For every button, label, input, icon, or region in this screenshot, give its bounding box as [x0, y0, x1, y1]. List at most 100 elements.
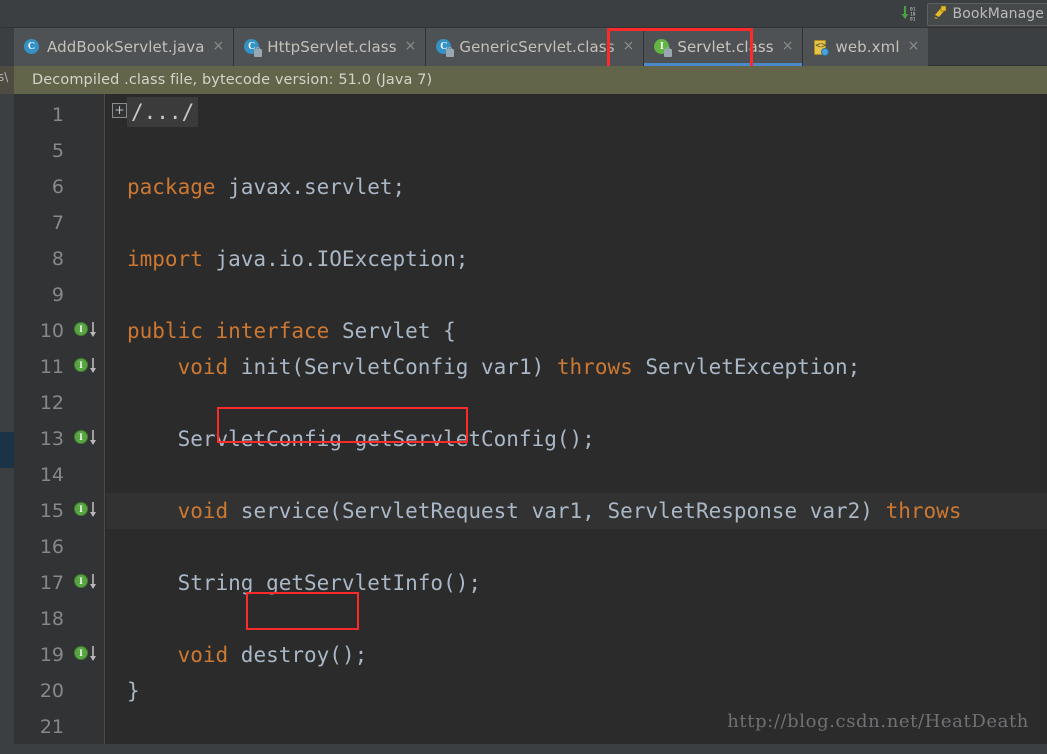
- tab-label: HttpServlet.class: [267, 38, 397, 56]
- editor-line[interactable]: 12: [14, 385, 1047, 421]
- code-text: ServletConfig getServletConfig();: [127, 427, 595, 451]
- implemented-method-icon[interactable]: I: [74, 429, 96, 449]
- line-number: 15: [39, 500, 64, 522]
- code-text: }: [127, 679, 140, 703]
- editor-line[interactable]: 7: [14, 205, 1047, 241]
- editor-line[interactable]: 11 I void init(ServletConfig var1) throws…: [14, 349, 1047, 385]
- implementation-arrow-icon: [89, 573, 97, 591]
- editor-line[interactable]: 13 I ServletConfig getServletConfig();: [14, 421, 1047, 457]
- tab-label: GenericServlet.class: [459, 38, 615, 56]
- interface-marker-letter: I: [74, 574, 88, 588]
- idea-window: 01 10 01 BookManage C AddBookServlet.jav…: [0, 0, 1047, 754]
- idea-project-icon: [933, 5, 948, 24]
- editor-line[interactable]: 17 I String getServletInfo();: [14, 565, 1047, 601]
- tab-httpservlet-class[interactable]: C HttpServlet.class ×: [233, 28, 426, 66]
- tab-genericservlet-class[interactable]: C GenericServlet.class ×: [425, 28, 644, 66]
- implemented-method-icon[interactable]: I: [74, 501, 96, 521]
- editor-tab-bar: C AddBookServlet.java × C HttpServlet.cl…: [0, 28, 1047, 66]
- code-text: void init(ServletConfig var1) throws Ser…: [177, 355, 861, 379]
- implemented-method-icon[interactable]: I: [74, 357, 96, 377]
- code-text: void destroy();: [177, 643, 368, 667]
- code-editor[interactable]: 1 5 6 package javax.servlet; 7 8 import java.i…: [14, 94, 1047, 754]
- project-panel-current-row: [0, 432, 14, 468]
- fold-expand-marker[interactable]: +: [112, 103, 127, 118]
- line-number: 21: [39, 716, 64, 738]
- code-text: void service(ServletRequest var1, Servle…: [177, 499, 962, 523]
- code-text: package javax.servlet;: [127, 175, 406, 199]
- project-panel-edge[interactable]: s\: [0, 28, 14, 754]
- code-text: public interface Servlet {: [127, 319, 456, 343]
- java-class-file-icon: C: [436, 38, 455, 57]
- code-text: import java.io.IOException;: [127, 247, 469, 271]
- run-configuration-label: BookManage: [952, 6, 1044, 22]
- implemented-method-icon[interactable]: I: [74, 645, 96, 665]
- implementation-arrow-icon: [89, 645, 97, 663]
- line-number: 7: [51, 212, 64, 234]
- implemented-method-icon[interactable]: I: [74, 321, 96, 341]
- lock-icon: [664, 46, 673, 57]
- class-letter-c: C: [24, 38, 39, 54]
- download-binary-icon[interactable]: 01 10 01: [899, 4, 921, 24]
- svg-text:01: 01: [910, 17, 916, 23]
- implementation-arrow-icon: [89, 501, 97, 519]
- editor-line[interactable]: 16: [14, 529, 1047, 565]
- tab-close-icon[interactable]: ×: [782, 39, 794, 53]
- line-number: 8: [51, 248, 64, 270]
- editor-line[interactable]: 14: [14, 457, 1047, 493]
- watermark-text: http://blog.csdn.net/HeatDeath: [727, 711, 1029, 732]
- tab-close-icon[interactable]: ×: [213, 39, 225, 53]
- line-number: 16: [39, 536, 64, 558]
- main-toolbar: 01 10 01 BookManage: [0, 0, 1047, 28]
- status-bar: [14, 744, 1047, 754]
- line-number: 10: [39, 320, 64, 342]
- folded-comment-text[interactable]: /.../: [127, 97, 199, 127]
- interface-marker-letter: I: [74, 322, 88, 336]
- editor-line[interactable]: 8 import java.io.IOException;: [14, 241, 1047, 277]
- line-number: 6: [51, 176, 64, 198]
- tab-close-icon[interactable]: ×: [908, 39, 920, 53]
- editor-line[interactable]: 6 package javax.servlet;: [14, 169, 1047, 205]
- decompiled-notice-banner: Decompiled .class file, bytecode version…: [14, 66, 1047, 94]
- line-number: 14: [39, 464, 64, 486]
- line-number: 17: [39, 572, 64, 594]
- line-number: 20: [39, 680, 64, 702]
- tab-web-xml[interactable]: <> web.xml ×: [802, 28, 929, 66]
- decompiled-notice-text: Decompiled .class file, bytecode version…: [32, 72, 433, 88]
- tab-close-icon[interactable]: ×: [623, 39, 635, 53]
- tab-label: Servlet.class: [677, 38, 774, 56]
- line-number: 9: [51, 284, 64, 306]
- editor-line[interactable]: 9: [14, 277, 1047, 313]
- implementation-arrow-icon: [89, 429, 97, 447]
- editor-line[interactable]: 5: [14, 133, 1047, 169]
- tab-label: web.xml: [835, 38, 900, 56]
- line-number: 13: [39, 428, 64, 450]
- line-number: 11: [39, 356, 64, 378]
- tab-addbookservlet-java[interactable]: C AddBookServlet.java ×: [14, 28, 234, 66]
- editor-line[interactable]: 19 I void destroy();: [14, 637, 1047, 673]
- run-configuration-selector[interactable]: BookManage: [926, 2, 1047, 26]
- interface-marker-letter: I: [74, 358, 88, 372]
- line-number: 1: [51, 104, 64, 126]
- editor-line[interactable]: 15 I void service(ServletRequest var1, Se…: [14, 493, 1047, 529]
- editor-line[interactable]: 10 Ipublic interface Servlet {: [14, 313, 1047, 349]
- line-number: 18: [39, 608, 64, 630]
- java-class-icon: C: [24, 38, 41, 56]
- editor-line[interactable]: 20}: [14, 673, 1047, 709]
- implementation-arrow-icon: [89, 357, 97, 375]
- interface-marker-letter: I: [74, 646, 88, 660]
- line-number: 12: [39, 392, 64, 414]
- implementation-arrow-icon: [89, 321, 97, 339]
- interface-marker-letter: I: [74, 430, 88, 444]
- code-text: String getServletInfo();: [127, 571, 482, 595]
- implemented-method-icon[interactable]: I: [74, 573, 96, 593]
- line-number: 19: [39, 644, 64, 666]
- editor-line[interactable]: 18: [14, 601, 1047, 637]
- tab-servlet-class[interactable]: I Servlet.class ×: [643, 28, 803, 66]
- java-interface-file-icon: I: [654, 38, 673, 57]
- project-panel-text: s\: [0, 70, 9, 84]
- line-number: 5: [51, 140, 64, 162]
- toolbar-right-group: 01 10 01 BookManage: [899, 0, 1047, 28]
- interface-marker-letter: I: [74, 502, 88, 516]
- java-class-file-icon: C: [244, 38, 263, 57]
- tab-close-icon[interactable]: ×: [405, 39, 417, 53]
